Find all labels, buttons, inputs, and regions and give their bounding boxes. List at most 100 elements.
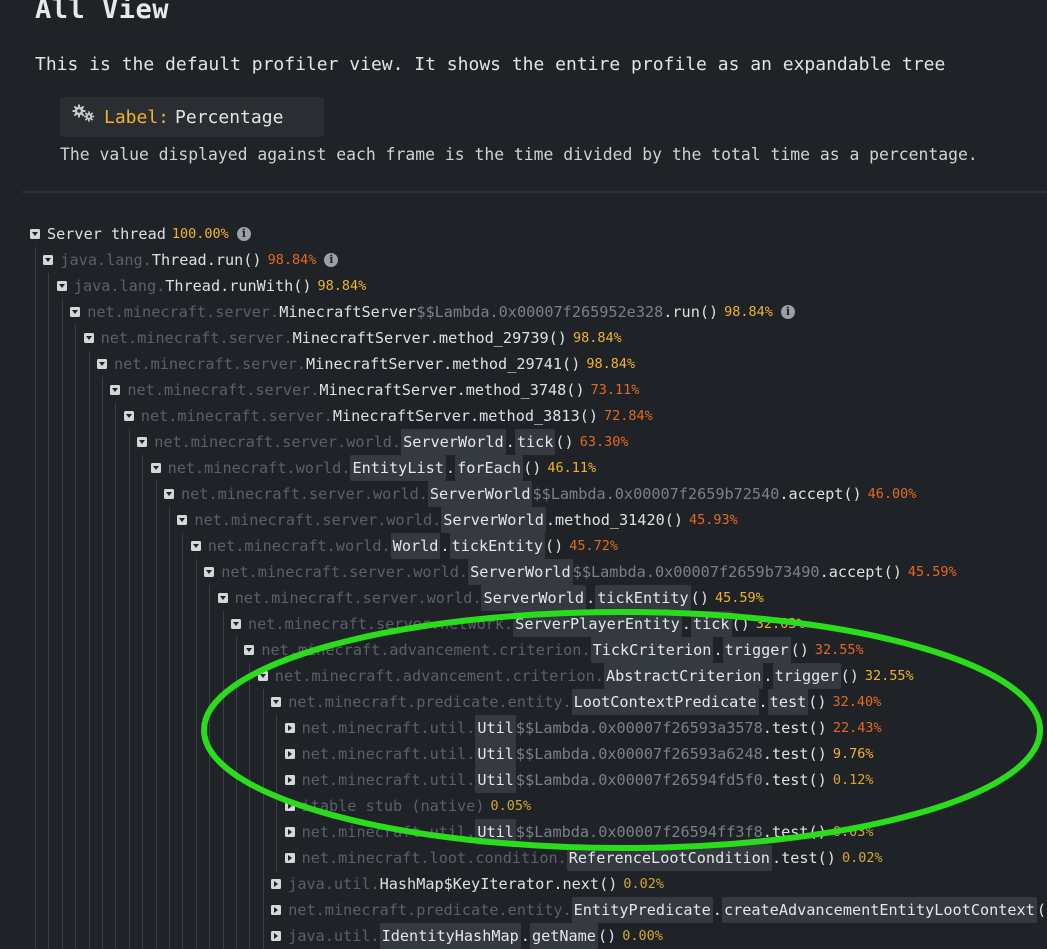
collapse-toggle-icon[interactable] xyxy=(271,697,282,707)
tree-node[interactable]: net.minecraft.advancement.criterion. Tick… xyxy=(244,637,864,663)
tree-guide-line xyxy=(88,351,90,949)
collapse-toggle-icon[interactable] xyxy=(97,359,107,369)
expand-toggle-icon[interactable] xyxy=(271,905,282,915)
frame-lam: $$Lambda.0x00007f2659b73490 xyxy=(572,563,820,581)
frame-hl: ServerWorld xyxy=(468,559,573,585)
frame-hl: ServerWorld xyxy=(481,585,587,611)
tree-node[interactable]: net.minecraft.util. Util $$Lambda.0x00007f… xyxy=(284,767,873,793)
frame-name: .run() xyxy=(663,303,719,321)
frame-pkg: net.minecraft.server.world. xyxy=(181,485,428,503)
expand-toggle-icon[interactable] xyxy=(284,775,295,785)
frame-percentage: 9.76% xyxy=(832,746,874,762)
frame-name: .test() xyxy=(771,849,836,867)
tree-node[interactable]: net.minecraft.world. World. tickEntity() 45… xyxy=(190,533,618,559)
tree-node[interactable]: net.minecraft.server.world. ServerWorld. t… xyxy=(137,429,628,455)
intro-text: This is the default profiler view. It sh… xyxy=(35,54,946,75)
tree-node[interactable]: java.util. IdentityHashMap. getName() 0.00% xyxy=(271,923,663,949)
frame-hl: ReferenceLootCondition xyxy=(566,845,772,871)
frame-pkg: net.minecraft.server. xyxy=(100,329,293,347)
collapse-toggle-icon[interactable] xyxy=(217,593,228,603)
label-setting-button[interactable]: Label: Percentage xyxy=(60,97,324,137)
tree-node[interactable]: net.minecraft.predicate.entity. EntityPre… xyxy=(271,897,1047,923)
expand-toggle-icon[interactable] xyxy=(284,723,295,733)
info-icon[interactable]: i xyxy=(324,253,339,267)
tree-node[interactable]: net.minecraft.server. MinecraftServer.met… xyxy=(97,351,635,377)
frame-name: .accept() xyxy=(779,485,862,503)
setting-label: Label: xyxy=(104,106,170,128)
expand-toggle-icon[interactable] xyxy=(284,749,295,759)
collapse-toggle-icon[interactable] xyxy=(83,333,94,343)
tree-guide-line xyxy=(276,715,278,871)
collapse-toggle-icon[interactable] xyxy=(244,645,255,655)
collapse-toggle-icon[interactable] xyxy=(30,229,40,239)
frame-percentage: 32.40% xyxy=(832,694,882,710)
tree-node[interactable]: java.lang. Thread.run() 98.84% i xyxy=(43,247,339,273)
frame-pkg: java.util. xyxy=(288,927,380,945)
frame-name: . xyxy=(713,641,723,659)
collapse-toggle-icon[interactable] xyxy=(231,619,241,629)
frame-name: () xyxy=(1036,901,1047,919)
frame-name: . xyxy=(445,459,456,477)
info-icon[interactable]: i xyxy=(780,305,795,319)
tree-node[interactable]: net.minecraft.server. MinecraftServer.met… xyxy=(123,403,653,429)
frame-name: () xyxy=(808,693,827,711)
frame-percentage: 45.59% xyxy=(714,590,764,606)
frame-pkg: net.minecraft.util. xyxy=(301,745,476,763)
tree-node[interactable]: java.util. HashMap$KeyIterator.next() 0.02… xyxy=(271,871,664,897)
tree-node[interactable]: net.minecraft.server. MinecraftServer.met… xyxy=(110,377,639,403)
collapse-toggle-icon[interactable] xyxy=(123,411,134,421)
expand-toggle-icon[interactable] xyxy=(284,853,295,863)
tree-node[interactable]: net.minecraft.server. MinecraftServer.met… xyxy=(83,325,622,351)
tree-node[interactable]: net.minecraft.util. Util $$Lambda.0x00007f… xyxy=(284,819,873,845)
tree-node[interactable]: net.minecraft.predicate.entity. LootConte… xyxy=(271,689,881,715)
frame-hl: trigger xyxy=(772,663,841,689)
tree-node[interactable]: Server thread 100.00% i xyxy=(30,221,251,247)
collapse-toggle-icon[interactable] xyxy=(137,437,148,447)
tree-node[interactable]: net.minecraft.server.world. ServerWorld $$… xyxy=(164,481,916,507)
collapse-toggle-icon[interactable] xyxy=(56,281,67,291)
frame-name: . xyxy=(758,693,768,711)
tree-node[interactable]: net.minecraft.server. MinecraftServer $$La… xyxy=(70,299,795,325)
tree-node[interactable]: itable stub (native) 0.05% xyxy=(284,793,531,819)
collapse-toggle-icon[interactable] xyxy=(190,541,201,551)
collapse-toggle-icon[interactable] xyxy=(43,255,54,265)
frame-percentage: 46.00% xyxy=(867,486,917,502)
tree-node[interactable]: net.minecraft.world. EntityList. forEach()… xyxy=(150,455,597,481)
frame-hl: World xyxy=(390,533,441,559)
tree-node[interactable]: net.minecraft.util. Util $$Lambda.0x00007f… xyxy=(284,741,874,767)
tree-node[interactable]: net.minecraft.server.network. ServerPlaye… xyxy=(231,611,805,637)
collapse-toggle-icon[interactable] xyxy=(257,671,268,681)
collapse-toggle-icon[interactable] xyxy=(150,463,161,473)
frame-lam: $$Lambda.0x00007f26593a3578 xyxy=(515,719,763,737)
frame-hl: TickCriterion xyxy=(590,637,714,663)
frame-name: () xyxy=(840,667,859,685)
frame-percentage: 22.43% xyxy=(832,720,882,736)
expand-toggle-icon[interactable] xyxy=(271,879,282,889)
info-icon[interactable]: i xyxy=(236,227,251,241)
frame-name: .test() xyxy=(762,719,827,737)
collapse-toggle-icon[interactable] xyxy=(177,515,188,525)
frame-percentage: 46.11% xyxy=(547,460,597,476)
tree-guide-line xyxy=(75,325,77,949)
expand-toggle-icon[interactable] xyxy=(284,827,295,837)
collapse-toggle-icon[interactable] xyxy=(204,567,215,577)
tree-node[interactable]: java.lang. Thread.runWith() 98.84% xyxy=(56,273,366,299)
expand-toggle-icon[interactable] xyxy=(284,801,295,811)
frame-lam: $$Lambda.0x00007f2659b72540 xyxy=(532,485,780,503)
tree-node[interactable]: net.minecraft.advancement.criterion. Abst… xyxy=(257,663,914,689)
collapse-toggle-icon[interactable] xyxy=(110,385,121,395)
tree-node[interactable]: net.minecraft.server.world. ServerWorld $$… xyxy=(204,559,957,585)
collapse-toggle-icon[interactable] xyxy=(164,489,174,499)
expand-toggle-icon[interactable] xyxy=(271,931,282,941)
frame-name: Server thread xyxy=(47,225,166,243)
collapse-toggle-icon[interactable] xyxy=(70,307,81,317)
tree-guide-line xyxy=(169,507,170,949)
frame-hl: getName xyxy=(529,923,598,949)
tree-node[interactable]: net.minecraft.server.world. ServerWorld .m… xyxy=(177,507,738,533)
frame-name: () xyxy=(790,641,809,659)
frame-pkg: net.minecraft.world. xyxy=(167,459,351,477)
tree-node[interactable]: net.minecraft.util. Util $$Lambda.0x00007f… xyxy=(284,715,882,741)
frame-name: () xyxy=(597,927,617,945)
tree-node[interactable]: net.minecraft.loot.condition. ReferenceLo… xyxy=(284,845,883,871)
tree-node[interactable]: net.minecraft.server.world. ServerWorld. t… xyxy=(217,585,764,611)
